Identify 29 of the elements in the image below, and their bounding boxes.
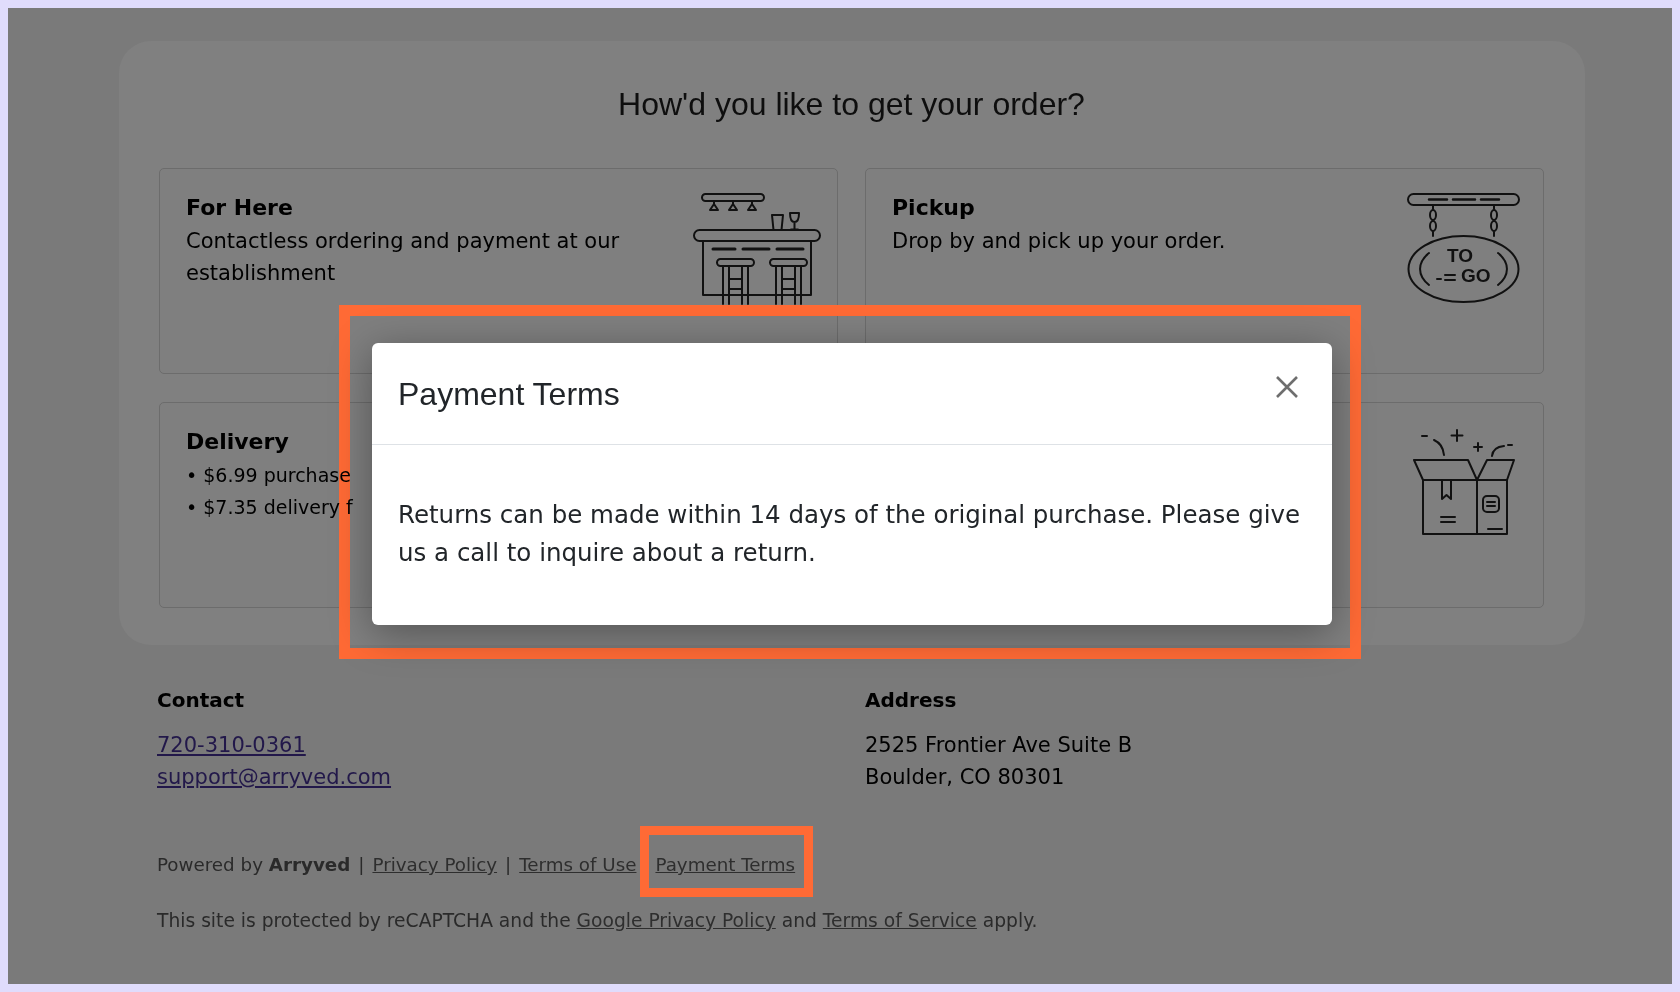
recaptcha-notice: This site is protected by reCAPTCHA and the Google Privacy Policy and Terms of Service apply. [157,909,1038,933]
address-heading: Address [865,687,957,713]
open-box-icon [1413,429,1515,536]
page-heading: How'd you like to get your order? [618,86,1085,123]
option-description: Contactless ordering and payment at our establishment [186,228,621,287]
contact-heading: Contact [157,687,245,713]
link-separator: | [358,854,365,875]
option-title: Delivery [186,428,289,456]
footer-link[interactable]: Payment Terms [655,854,796,875]
close-button[interactable] [1275,375,1299,399]
contact-link[interactable]: support@arryved.com [157,761,392,793]
address-line: Boulder, CO 80301 [865,764,1065,791]
powered-by-text: Powered by Arryved [157,854,351,875]
hanging-sign-icon [1407,193,1520,304]
footer-link[interactable]: Terms of Use [519,854,637,875]
notice-link[interactable]: Google Privacy Policy [576,910,776,931]
sign-text: TO GO [1447,246,1491,286]
option-title: For Here [186,194,293,222]
option-title: Pickup [892,194,975,222]
bar-counter-icon [693,193,821,305]
option-description: Drop by and pick up your order. [892,228,1227,255]
address-line: 2525 Frontier Ave Suite B [865,732,1133,759]
contact-link[interactable]: 720-310-0361 [157,729,306,761]
footer-link[interactable]: Privacy Policy [372,854,498,875]
close-icon [1275,375,1299,399]
modal-text: Returns can be made within 14 days of the original purchase. Please give us a call to inquire about a return. [398,499,1302,569]
link-separator: | [505,854,512,875]
notice-link[interactable]: Terms of Service [822,910,977,931]
modal-title: Payment Terms [398,375,620,413]
